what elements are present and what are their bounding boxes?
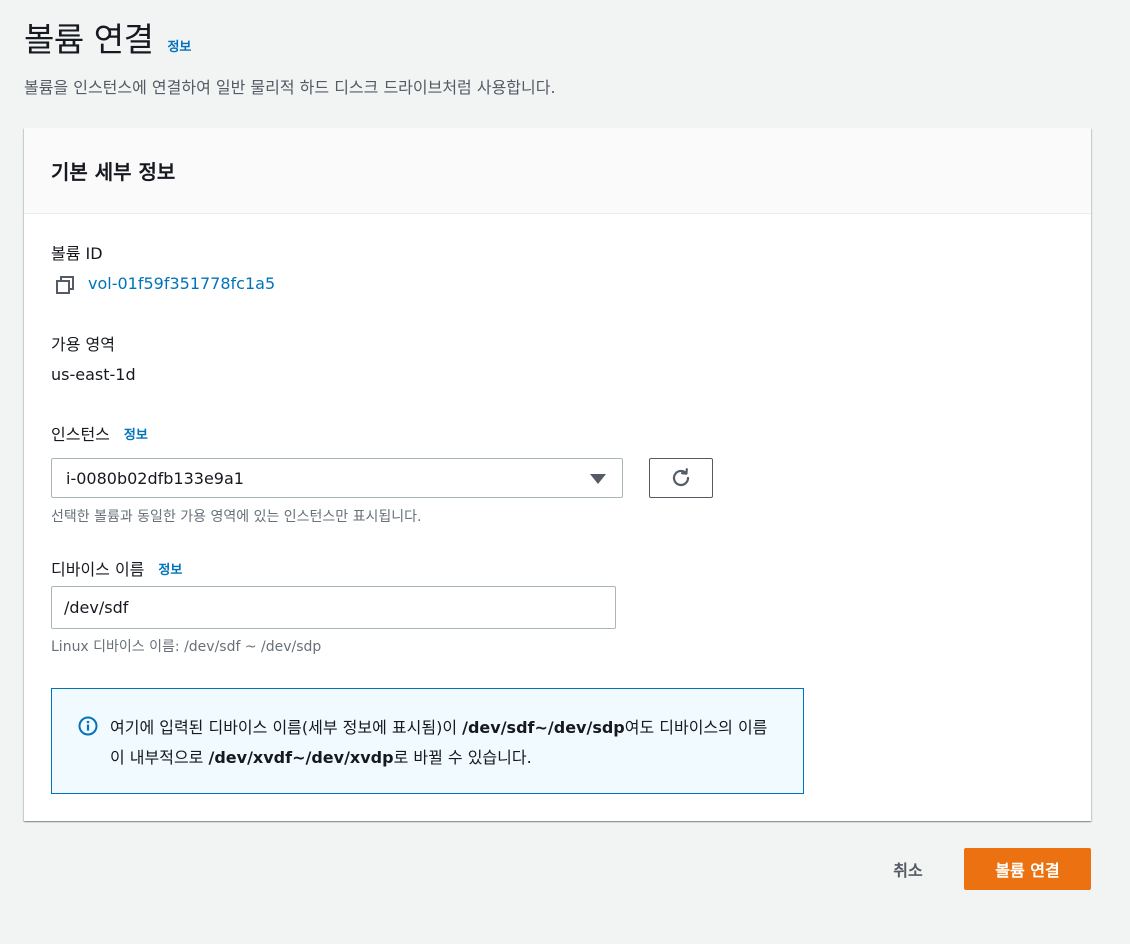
- refresh-icon: [672, 468, 690, 487]
- alert-bold-part-1: /dev/sdf~/dev/sdp: [462, 718, 625, 737]
- info-alert: 여기에 입력된 디바이스 이름(세부 정보에 표시됨)이 /dev/sdf~/d…: [51, 688, 804, 794]
- page-header: 볼륨 연결 정보 볼륨을 인스턴스에 연결하여 일반 물리적 하드 디스크 드라…: [24, 18, 556, 98]
- volume-id-label: 볼륨 ID: [51, 240, 103, 264]
- alert-text-part-3: 로 바뀔 수 있습니다.: [393, 748, 532, 767]
- device-name-label: 디바이스 이름 정보: [51, 556, 182, 580]
- instance-label-text: 인스턴스: [51, 425, 110, 444]
- device-name-info-link[interactable]: 정보: [158, 559, 182, 578]
- caret-down-icon: [590, 474, 606, 484]
- copy-icon[interactable]: [55, 275, 75, 295]
- instance-label: 인스턴스 정보: [51, 421, 148, 445]
- alert-text: 여기에 입력된 디바이스 이름(세부 정보에 표시됨)이 /dev/sdf~/d…: [110, 713, 780, 773]
- instance-hint: 선택한 볼륨과 동일한 가용 영역에 있는 인스턴스만 표시됩니다.: [51, 509, 422, 525]
- availability-zone-label-text: 가용 영역: [51, 335, 115, 354]
- device-name-hint: Linux 디바이스 이름: /dev/sdf ~ /dev/sdp: [51, 639, 322, 655]
- volume-id-link[interactable]: vol-01f59f351778fc1a5: [88, 274, 275, 293]
- basic-details-panel: 기본 세부 정보 볼륨 ID vol-01f59f351778fc1a5 가용 …: [24, 128, 1091, 821]
- attach-volume-button[interactable]: 볼륨 연결: [964, 848, 1091, 890]
- cancel-button[interactable]: 취소: [876, 848, 940, 890]
- alert-bold-part-2: /dev/xvdf~/dev/xvdp: [208, 748, 394, 767]
- page-title: 볼륨 연결: [24, 20, 154, 59]
- device-name-input[interactable]: [51, 586, 616, 629]
- availability-zone-value: us-east-1d: [51, 365, 136, 384]
- instance-select-value: i-0080b02dfb133e9a1: [66, 468, 244, 488]
- alert-text-part-1: 여기에 입력된 디바이스 이름(세부 정보에 표시됨)이: [110, 718, 463, 737]
- instance-info-link[interactable]: 정보: [124, 424, 148, 443]
- availability-zone-label: 가용 영역: [51, 331, 115, 355]
- info-circle-icon: [78, 716, 98, 736]
- panel-title: 기본 세부 정보: [51, 160, 176, 184]
- title-row: 볼륨 연결 정보: [24, 18, 556, 62]
- instance-select[interactable]: i-0080b02dfb133e9a1: [51, 458, 623, 498]
- panel-header: 기본 세부 정보: [24, 128, 1091, 214]
- page-description: 볼륨을 인스턴스에 연결하여 일반 물리적 하드 디스크 드라이브처럼 사용합니…: [24, 78, 556, 97]
- device-name-label-text: 디바이스 이름: [51, 560, 145, 579]
- page-info-link[interactable]: 정보: [167, 36, 191, 55]
- volume-id-label-text: 볼륨 ID: [51, 244, 103, 263]
- refresh-button[interactable]: [649, 458, 713, 498]
